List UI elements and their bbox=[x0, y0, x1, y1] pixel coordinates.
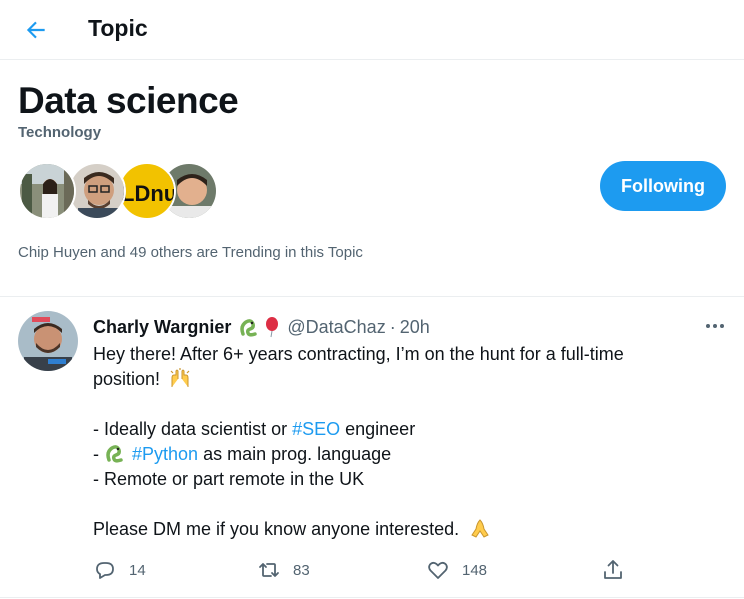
tweet-line-text: as main prog. language bbox=[198, 444, 392, 464]
header-title: Topic bbox=[88, 15, 148, 41]
tweet-actions: 14 83 148 bbox=[93, 556, 633, 584]
tweet-line-text: - Ideally data scientist or bbox=[93, 419, 293, 439]
tweet-time[interactable]: 20h bbox=[400, 317, 430, 338]
tweet-line: - #Python as main prog. language bbox=[93, 442, 713, 467]
following-button[interactable]: Following bbox=[600, 161, 726, 211]
tweet-line-text: - bbox=[93, 444, 104, 464]
more-options-button[interactable] bbox=[700, 312, 730, 340]
tweet-line-text: engineer bbox=[340, 419, 416, 439]
tweet-author-handle[interactable]: @DataChaz bbox=[287, 317, 385, 338]
topic-category: Technology bbox=[18, 124, 102, 141]
tweet-line: Hey there! After 6+ years contracting, I… bbox=[93, 344, 624, 364]
svg-text:LDnu: LDnu bbox=[121, 181, 176, 206]
tweet-line: - Remote or part remote in the UK bbox=[93, 469, 365, 489]
topic-header: Topic bbox=[0, 0, 744, 60]
tweet-header: Charly Wargnier @DataChaz · 20h bbox=[93, 316, 430, 338]
folded-hands-emoji-icon bbox=[471, 519, 489, 538]
tweet-text: Hey there! After 6+ years contracting, I… bbox=[93, 342, 713, 542]
tweet-author-name[interactable]: Charly Wargnier bbox=[93, 317, 231, 338]
like-count: 148 bbox=[462, 561, 488, 579]
arrow-left-icon bbox=[26, 21, 45, 39]
avatar[interactable]: LDnu bbox=[118, 162, 176, 220]
section-divider bbox=[0, 296, 744, 297]
tweet-line-text: position! bbox=[93, 369, 161, 389]
tweet-line-text: Please DM me if you know anyone interest… bbox=[93, 519, 460, 539]
reply-button[interactable]: 14 bbox=[93, 556, 146, 584]
back-button[interactable] bbox=[20, 14, 52, 46]
like-button[interactable]: 148 bbox=[426, 556, 487, 584]
trending-summary[interactable]: Chip Huyen and 49 others are Trending in… bbox=[18, 244, 363, 261]
bottom-divider bbox=[0, 597, 744, 598]
hashtag-python-link[interactable]: #Python bbox=[132, 444, 198, 464]
tweet-line: Please DM me if you know anyone interest… bbox=[93, 517, 713, 542]
avatar[interactable] bbox=[68, 162, 126, 220]
retweet-count: 83 bbox=[293, 561, 310, 579]
hashtag-seo-link[interactable]: #SEO bbox=[292, 419, 340, 439]
avatar[interactable] bbox=[18, 162, 76, 220]
heart-icon bbox=[428, 561, 448, 579]
tweet-author-avatar[interactable] bbox=[18, 311, 78, 371]
retweet-button[interactable]: 83 bbox=[257, 556, 310, 584]
tweet-line: - Ideally data scientist or #SEO enginee… bbox=[93, 417, 713, 442]
more-icon bbox=[706, 324, 724, 328]
snake-emoji-icon bbox=[106, 445, 123, 463]
retweet-icon bbox=[259, 563, 279, 577]
reply-count: 14 bbox=[129, 561, 146, 579]
topic-name: Data science bbox=[18, 80, 239, 121]
reply-icon bbox=[96, 562, 114, 579]
balloon-emoji-icon bbox=[263, 316, 281, 338]
raised-hands-emoji-icon bbox=[170, 368, 190, 387]
snake-emoji-icon bbox=[238, 316, 260, 338]
tweet-line: position! bbox=[93, 367, 713, 392]
share-icon bbox=[604, 560, 622, 579]
share-button[interactable] bbox=[601, 556, 625, 584]
separator-dot: · bbox=[389, 316, 396, 337]
